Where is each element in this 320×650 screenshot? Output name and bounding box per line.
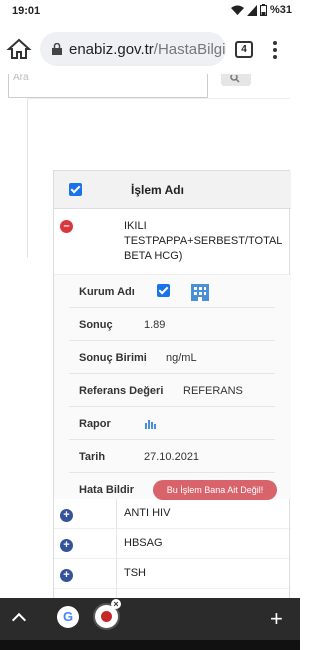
new-tab-icon[interactable]: + <box>270 608 283 630</box>
search-icon <box>230 74 240 83</box>
rapor-label: Rapor <box>79 418 111 430</box>
sonuc-label: Sonuç <box>79 319 113 331</box>
detail-referans: Referans Değeri REFERANS <box>69 374 275 407</box>
select-all-checkbox[interactable] <box>69 183 82 196</box>
column-header-islem-adi: İşlem Adı <box>131 183 184 197</box>
procedure-name: TSH <box>124 567 146 579</box>
detail-birim: Sonuç Birimi ng/mL <box>69 341 275 374</box>
chevron-up-icon[interactable] <box>11 612 27 628</box>
expand-icon[interactable]: + <box>60 569 73 582</box>
url-host: enabiz.gov.tr <box>69 40 154 58</box>
gesture-bar <box>0 640 300 650</box>
status-bar: 19:01 %31 <box>0 0 300 24</box>
tab-switcher-button[interactable]: 4 <box>235 41 253 58</box>
expand-icon[interactable]: + <box>60 539 73 552</box>
procedure-name: ANTI HIV <box>124 507 171 519</box>
wifi-icon <box>230 5 244 15</box>
table-row[interactable]: + ANTI HIV <box>54 499 291 529</box>
home-icon[interactable] <box>6 37 32 61</box>
report-error-button[interactable]: Bu İşlem Bana Ait Değil! <box>153 480 277 500</box>
tarih-value: 27.10.2021 <box>144 451 200 463</box>
url-path: /HastaBilgil <box>153 40 226 58</box>
signal-icon <box>246 4 257 16</box>
detail-kurum: Kurum Adı <box>69 275 275 308</box>
procedure-name: HBSAG <box>124 537 163 549</box>
panel-border <box>27 98 28 258</box>
status-time: 19:01 <box>12 5 41 17</box>
kurum-checkbox[interactable] <box>157 284 170 297</box>
birim-label: Sonuç Birimi <box>79 352 147 364</box>
birim-value: ng/mL <box>166 352 197 364</box>
close-tab-icon[interactable]: × <box>111 599 121 609</box>
table-row[interactable]: + HBSAG <box>54 529 291 559</box>
procedures-table: İşlem Adı – IKILI TESTPAPPA+SERBEST/TOTA… <box>53 170 291 598</box>
referans-label: Referans Değeri <box>79 385 164 397</box>
url-field[interactable]: enabiz.gov.tr/HastaBilgil <box>40 32 226 66</box>
more-menu-icon[interactable] <box>272 41 278 59</box>
kurum-label: Kurum Adı <box>79 286 135 298</box>
system-icons: %31 <box>230 4 292 16</box>
detail-rapor: Rapor <box>69 407 275 440</box>
battery-level: %31 <box>269 4 292 16</box>
referans-value: REFERANS <box>183 385 243 397</box>
lock-icon <box>52 43 62 55</box>
google-tab-icon[interactable]: G <box>57 606 79 628</box>
search-button[interactable] <box>221 74 251 86</box>
battery-icon <box>259 4 267 16</box>
hospital-building-icon[interactable] <box>189 280 211 302</box>
table-header: İşlem Adı <box>54 171 291 209</box>
table-row-expanded[interactable]: – IKILI TESTPAPPA+SERBEST/TOTAL BETA HCG… <box>54 209 291 275</box>
search-input[interactable]: Ara <box>8 74 208 98</box>
browser-toolbar: enabiz.gov.tr/HastaBilgil 4 <box>0 24 300 74</box>
tarih-label: Tarih <box>79 451 106 463</box>
hata-label: Hata Bildir <box>79 484 135 496</box>
sonuc-value: 1.89 <box>144 319 166 331</box>
report-chart-icon[interactable] <box>144 418 156 429</box>
detail-tarih: Tarih 27.10.2021 <box>69 440 275 473</box>
detail-sonuc: Sonuç 1.89 <box>69 308 275 341</box>
collapse-icon[interactable]: – <box>60 220 73 233</box>
row-details: Kurum Adı Sonuç 1.89 Sonuç Birimi ng/mL … <box>54 275 291 500</box>
panel-border-top <box>27 98 290 99</box>
expand-icon[interactable]: + <box>60 509 73 522</box>
web-content: Ara İşlem Adı – IKILI TESTPAPPA+SERBEST/… <box>0 74 300 598</box>
table-row[interactable]: + TSH <box>54 559 291 589</box>
procedure-name: IKILI TESTPAPPA+SERBEST/TOTAL BETA HCG) <box>124 220 283 262</box>
